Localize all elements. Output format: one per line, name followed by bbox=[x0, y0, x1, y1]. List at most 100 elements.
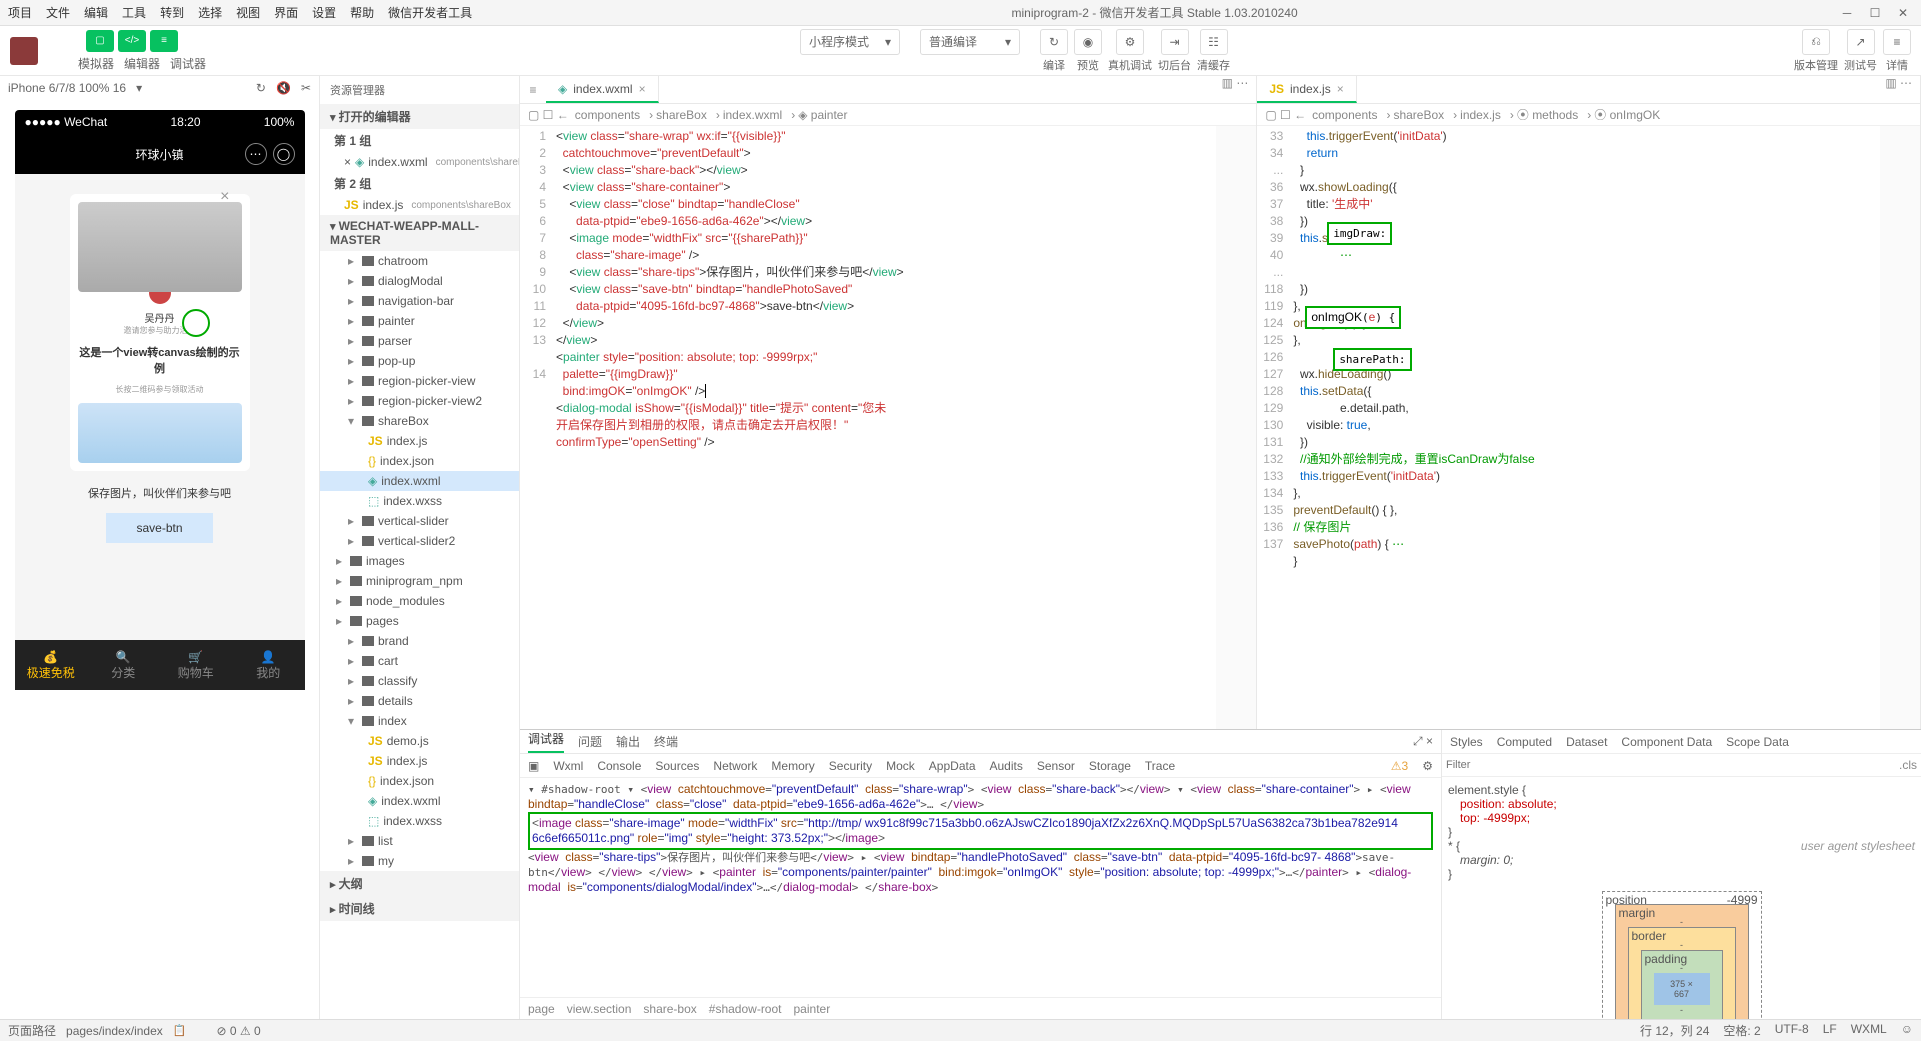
folder-vertical-slider2[interactable]: ▸ vertical-slider2 bbox=[320, 531, 519, 551]
minimize-icon[interactable]: ─ bbox=[1837, 6, 1857, 20]
tab-home[interactable]: 💰极速免税 bbox=[15, 640, 88, 690]
cursor-position[interactable]: 行 12，列 24 bbox=[1640, 1022, 1709, 1039]
folder-shareBox[interactable]: ▾ shareBox bbox=[320, 411, 519, 431]
styles-panel[interactable]: element.style { position: absolute; top:… bbox=[1442, 777, 1921, 1019]
appdata-tab[interactable]: AppData bbox=[929, 759, 976, 773]
folder-my[interactable]: ▸ my bbox=[320, 851, 519, 871]
encoding[interactable]: UTF-8 bbox=[1775, 1022, 1809, 1039]
program-mode-dropdown[interactable]: 小程序模式 bbox=[800, 29, 900, 55]
folder-classify[interactable]: ▸ classify bbox=[320, 671, 519, 691]
close-icon[interactable]: ✕ bbox=[1893, 6, 1913, 20]
console-tab[interactable]: Console bbox=[597, 759, 641, 773]
open-editor-2[interactable]: JS index.jscomponents\shareBox bbox=[320, 195, 519, 215]
filter-input[interactable] bbox=[1446, 758, 1899, 772]
styles-tab[interactable]: Styles bbox=[1450, 735, 1483, 749]
explorer-icon[interactable]: ≡ bbox=[520, 76, 546, 103]
tab-index-wxml[interactable]: ◈index.wxml× bbox=[546, 76, 659, 103]
file-index.wxml[interactable]: ◈ index.wxml bbox=[320, 471, 519, 491]
folder-details[interactable]: ▸ details bbox=[320, 691, 519, 711]
save-button[interactable]: save-btn bbox=[106, 513, 212, 543]
mock-tab[interactable]: Mock bbox=[886, 759, 915, 773]
inspect-icon[interactable]: ▣ bbox=[528, 759, 539, 773]
sources-tab[interactable]: Sources bbox=[655, 759, 699, 773]
rotate-icon[interactable]: ↻ bbox=[256, 81, 266, 95]
audits-tab[interactable]: Audits bbox=[990, 759, 1023, 773]
menu-select[interactable]: 选择 bbox=[198, 4, 222, 21]
tab-index-js[interactable]: JSindex.js× bbox=[1257, 76, 1356, 103]
menu-help[interactable]: 帮助 bbox=[350, 4, 374, 21]
device-selector[interactable]: iPhone 6/7/8 100% 16 bbox=[8, 81, 126, 95]
settings-icon[interactable]: ⚙ bbox=[1422, 759, 1433, 773]
version-button[interactable]: ⎌ bbox=[1802, 29, 1830, 55]
feedback-icon[interactable]: ☺ bbox=[1901, 1022, 1913, 1039]
folder-brand[interactable]: ▸ brand bbox=[320, 631, 519, 651]
clear-cache-button[interactable]: ☷ bbox=[1200, 29, 1228, 55]
trace-tab[interactable]: Trace bbox=[1145, 759, 1175, 773]
file-index.js[interactable]: JS index.js bbox=[320, 751, 519, 771]
compile-mode-dropdown[interactable]: 普通编译 bbox=[920, 29, 1020, 55]
file-index.json[interactable]: {} index.json bbox=[320, 771, 519, 791]
breadcrumb[interactable]: ▢ ☐ ← componentsshareBoxindex.wxml◈ pain… bbox=[520, 104, 1256, 126]
tab-cart[interactable]: 🛒购物车 bbox=[160, 640, 233, 690]
remote-debug-button[interactable]: ⚙ bbox=[1116, 29, 1144, 55]
menu-goto[interactable]: 转到 bbox=[160, 4, 184, 21]
computed-tab[interactable]: Computed bbox=[1497, 735, 1552, 749]
warning-badge[interactable]: ⚠3 bbox=[1391, 759, 1408, 773]
dataset-tab[interactable]: Dataset bbox=[1566, 735, 1607, 749]
debugger-toggle[interactable]: ≡ bbox=[150, 30, 178, 52]
memory-tab[interactable]: Memory bbox=[771, 759, 814, 773]
preview-button[interactable]: ◉ bbox=[1074, 29, 1102, 55]
code-editor[interactable]: 12345678910111213 14 <view class="share-… bbox=[520, 126, 1256, 729]
more-icon[interactable]: ▥ ⋯ bbox=[1877, 76, 1920, 103]
menu-devtools[interactable]: 微信开发者工具 bbox=[388, 4, 472, 21]
code-editor[interactable]: 3334...3637383940...11811912412512612712… bbox=[1257, 126, 1920, 729]
componentdata-tab[interactable]: Component Data bbox=[1621, 735, 1712, 749]
folder-images[interactable]: ▸ images bbox=[320, 551, 519, 571]
scopedata-tab[interactable]: Scope Data bbox=[1726, 735, 1789, 749]
network-tab[interactable]: Network bbox=[713, 759, 757, 773]
devtools-expand-icon[interactable]: ⤢ × bbox=[1413, 734, 1433, 749]
menu-tools[interactable]: 工具 bbox=[122, 4, 146, 21]
menu-settings[interactable]: 设置 bbox=[312, 4, 336, 21]
file-index.wxml[interactable]: ◈ index.wxml bbox=[320, 791, 519, 811]
folder-region-picker-view[interactable]: ▸ region-picker-view bbox=[320, 371, 519, 391]
folder-list[interactable]: ▸ list bbox=[320, 831, 519, 851]
folder-vertical-slider[interactable]: ▸ vertical-slider bbox=[320, 511, 519, 531]
menu-view[interactable]: 视图 bbox=[236, 4, 260, 21]
file-demo.js[interactable]: JS demo.js bbox=[320, 731, 519, 751]
sensor-tab[interactable]: Sensor bbox=[1037, 759, 1075, 773]
menu-project[interactable]: 项目 bbox=[8, 4, 32, 21]
open-editor-1[interactable]: × ◈ index.wxmlcomponents\shareBox bbox=[320, 152, 519, 172]
devtools-tab-terminal[interactable]: 终端 bbox=[654, 733, 678, 750]
devtools-tab-output[interactable]: 输出 bbox=[616, 733, 640, 750]
folder-parser[interactable]: ▸ parser bbox=[320, 331, 519, 351]
capsule-menu-icon[interactable]: ⋯ bbox=[245, 143, 267, 165]
folder-dialogModal[interactable]: ▸ dialogModal bbox=[320, 271, 519, 291]
file-index.json[interactable]: {} index.json bbox=[320, 451, 519, 471]
folder-pages[interactable]: ▸ pages bbox=[320, 611, 519, 631]
folder-painter[interactable]: ▸ painter bbox=[320, 311, 519, 331]
simulator-toggle[interactable]: ▢ bbox=[86, 30, 114, 52]
mute-icon[interactable]: 🔇 bbox=[276, 81, 291, 95]
eol[interactable]: LF bbox=[1823, 1022, 1837, 1039]
background-button[interactable]: ⇥ bbox=[1161, 29, 1189, 55]
wxml-tree[interactable]: ▾ #shadow-root ▾ <view catchtouchmove="p… bbox=[520, 778, 1441, 997]
file-index.wxss[interactable]: ⬚ index.wxss bbox=[320, 491, 519, 511]
devtools-tab-problems[interactable]: 问题 bbox=[578, 733, 602, 750]
folder-pop-up[interactable]: ▸ pop-up bbox=[320, 351, 519, 371]
details-button[interactable]: ≡ bbox=[1883, 29, 1911, 55]
maximize-icon[interactable]: ☐ bbox=[1865, 6, 1885, 20]
menu-file[interactable]: 文件 bbox=[46, 4, 70, 21]
file-index.js[interactable]: JS index.js bbox=[320, 431, 519, 451]
folder-node_modules[interactable]: ▸ node_modules bbox=[320, 591, 519, 611]
tab-category[interactable]: 🔍分类 bbox=[87, 640, 160, 690]
tab-me[interactable]: 👤我的 bbox=[232, 640, 305, 690]
devtools-tab-debugger[interactable]: 调试器 bbox=[528, 730, 564, 753]
capsule-close-icon[interactable]: ◯ bbox=[273, 143, 295, 165]
cls-toggle[interactable]: .cls bbox=[1899, 758, 1917, 772]
user-avatar[interactable] bbox=[10, 37, 38, 65]
folder-miniprogram_npm[interactable]: ▸ miniprogram_npm bbox=[320, 571, 519, 591]
minimap[interactable] bbox=[1880, 126, 1920, 729]
compile-button[interactable]: ↻ bbox=[1040, 29, 1068, 55]
folder-index[interactable]: ▾ index bbox=[320, 711, 519, 731]
